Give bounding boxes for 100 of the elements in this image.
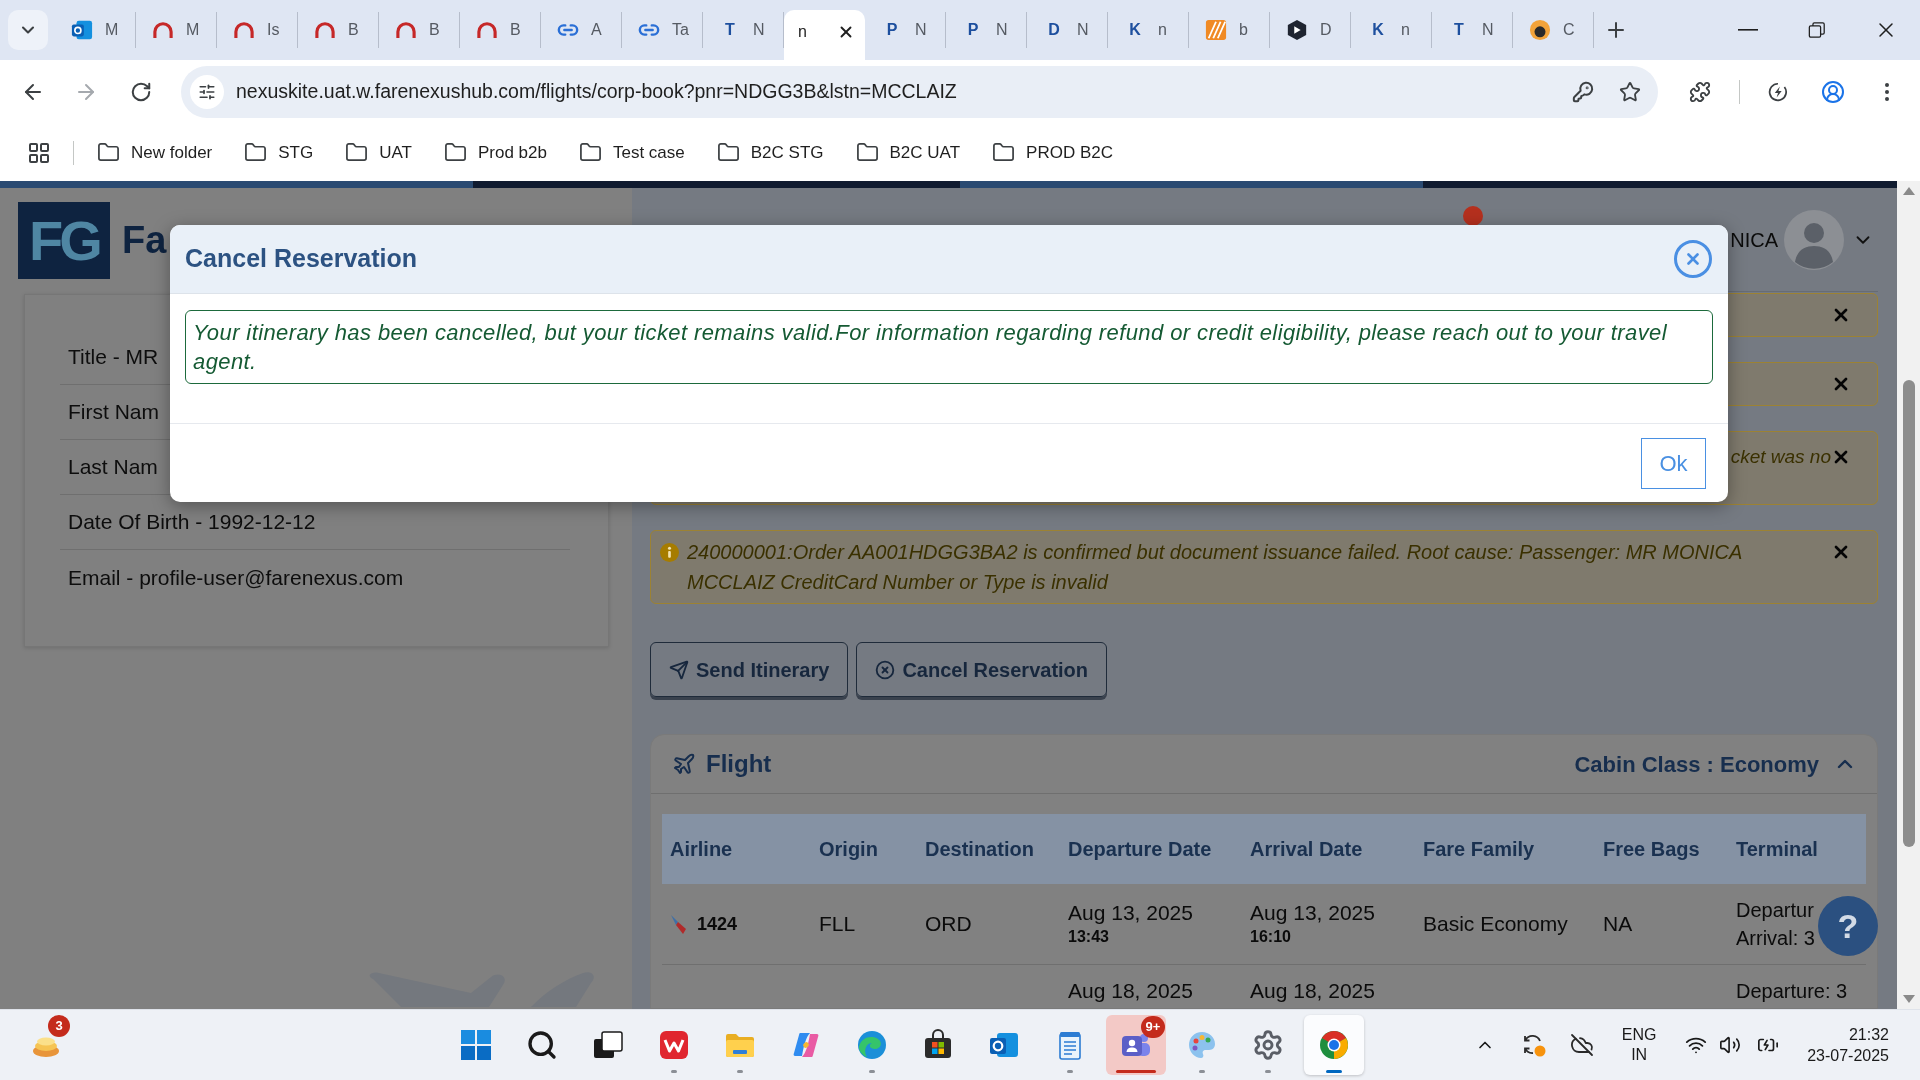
- scroll-up-icon[interactable]: [1902, 187, 1915, 195]
- wave-circle-icon: [856, 1029, 888, 1061]
- airplane-icon: [672, 752, 696, 776]
- menu-icon: [1885, 83, 1889, 101]
- browser-tab[interactable]: B: [460, 12, 541, 48]
- table-cell: Aug 13, 2025: [1068, 900, 1193, 926]
- browser-tab[interactable]: Ta: [622, 12, 703, 48]
- site-info-button[interactable]: [190, 75, 224, 109]
- key-icon: [1572, 81, 1594, 103]
- paper-plane-icon: [669, 659, 689, 680]
- overlapping-squares-icon: [592, 1029, 624, 1061]
- send-itinerary-button[interactable]: Send Itinerary: [650, 642, 849, 697]
- avatar-silhouette: [1784, 209, 1844, 270]
- alert-text: cket was no: [1730, 445, 1831, 469]
- bookmark-folder[interactable]: B2C STG: [707, 134, 833, 171]
- browser-tab[interactable]: M: [136, 12, 217, 48]
- grid-icon: [27, 140, 51, 165]
- bookmark-folder[interactable]: B2C UAT: [846, 134, 970, 171]
- table-cell-text: 1424: [697, 912, 738, 936]
- table-cell-text: Arrival: 3: [1736, 926, 1815, 951]
- folder-icon: [345, 141, 369, 164]
- scroll-down-icon[interactable]: [1902, 995, 1915, 1003]
- browser-tab[interactable]: B: [379, 12, 460, 48]
- minimize-icon: [1737, 29, 1758, 31]
- favicon-logo: D: [1047, 20, 1061, 40]
- bookmark-folder[interactable]: Prod b2b: [434, 134, 556, 171]
- address-bar[interactable]: nexuskite.uat.w.farenexushub.com/flights/corp-book?pnr=NDGG3B&lstn=MCCLAIZ: [181, 66, 1658, 118]
- bookmark-folder[interactable]: Test case: [569, 134, 694, 171]
- palette-icon: [1186, 1029, 1218, 1061]
- arch-icon: [395, 21, 417, 39]
- cancel-reservation-button[interactable]: Cancel Reservation: [856, 642, 1108, 697]
- browser-tab[interactable]: K n: [1351, 12, 1432, 48]
- column-header: Free Bags: [1603, 837, 1701, 862]
- close-button[interactable]: [1674, 240, 1712, 278]
- success-message: Your itinerary has been cancelled, but your ticket remains valid.For information regarding refund or credit eligibility, please reach out to your travel agent.: [185, 310, 1713, 384]
- arch-icon: [476, 21, 498, 39]
- notification-count: 3: [48, 1015, 70, 1037]
- profile-field: Last Nam: [68, 451, 158, 483]
- folder-icon: [855, 141, 879, 164]
- user-name: NICA: [1730, 227, 1778, 253]
- zigzag-tile-icon: [658, 1029, 690, 1061]
- table-cell-text: Departure: 3: [1736, 979, 1848, 1004]
- profile-field: Email - profile-user@farenexus.com: [68, 561, 404, 594]
- time-text: 16:10: [1250, 927, 1291, 947]
- folder-icon: [716, 141, 740, 164]
- browser-tab[interactable]: b: [1189, 12, 1270, 48]
- table-cell-text: Departur: [1736, 898, 1814, 923]
- table-cell-text: Basic Economy: [1423, 911, 1569, 937]
- time-text: 13:43: [1068, 927, 1109, 947]
- scrollbar-thumb[interactable]: [1902, 380, 1915, 847]
- browser-tab[interactable]: B: [298, 12, 379, 48]
- browser-tab[interactable]: C: [1513, 12, 1594, 48]
- profile-field: Date Of Birth - 1992-12-12: [68, 506, 316, 538]
- browser-tab[interactable]: D N: [1027, 12, 1108, 48]
- browser-tab[interactable]: D: [1270, 12, 1351, 48]
- puzzle-icon: [1689, 81, 1711, 103]
- alert-text: 240000001:Order AA001HDGG3BA2 is confirmed but document issuance failed. Root cause: Passenger: MR MONICA MCCLAIZ CreditCard Number or Type is invalid: [687, 540, 1743, 595]
- arch-icon: [152, 21, 174, 39]
- dialog-title: Cancel Reservation: [185, 243, 418, 275]
- language-indicator[interactable]: ENG IN: [1615, 1025, 1664, 1065]
- browser-tab[interactable]: T N: [1432, 12, 1513, 48]
- favicon-logo: T: [1453, 20, 1465, 40]
- favicon-logo: T: [724, 20, 736, 40]
- settings-icon: [1252, 1029, 1284, 1061]
- column-header: Departure Date: [1068, 837, 1213, 862]
- taskbar-button[interactable]: 9+: [1106, 1015, 1166, 1075]
- browser-tab[interactable]: A: [541, 12, 622, 48]
- browser-tab[interactable]: P N: [946, 12, 1027, 48]
- browser-tab[interactable]: K n: [1108, 12, 1189, 48]
- profile-field: First Nam: [68, 396, 159, 428]
- table-cell-text: NA: [1603, 911, 1634, 937]
- bookmark-folder[interactable]: STG: [235, 134, 323, 171]
- close-icon: [1684, 250, 1702, 268]
- bookmark-folder[interactable]: UAT: [336, 134, 421, 171]
- table-cell-text: FLL: [819, 911, 857, 937]
- four-squares-icon: [460, 1029, 492, 1061]
- favicon-logo: P: [966, 20, 980, 40]
- bookmark-folder[interactable]: PROD B2C: [983, 134, 1122, 171]
- mail-app-icon: [71, 19, 93, 41]
- sliders-icon: [198, 83, 216, 101]
- column-header: Origin: [819, 837, 879, 862]
- volume-icon: [1719, 1034, 1742, 1056]
- logo-text: Fa: [122, 218, 167, 263]
- search-icon: [526, 1029, 558, 1061]
- browser-tab[interactable]: Is: [217, 12, 298, 48]
- browser-tab[interactable]: P N: [865, 12, 946, 48]
- shopping-bag-icon: [922, 1029, 954, 1061]
- browser-tab[interactable]: n: [784, 10, 865, 60]
- browser-tab[interactable]: M: [55, 12, 136, 48]
- ok-button[interactable]: Ok: [1641, 437, 1706, 489]
- clock[interactable]: 21:32 23-07-2025: [1801, 1024, 1895, 1066]
- column-header: Terminal: [1736, 837, 1819, 862]
- striped-tile-icon: [1205, 19, 1227, 41]
- column-header: Fare Family: [1423, 837, 1536, 862]
- column-header: Arrival Date: [1250, 837, 1364, 862]
- bookmark-folder[interactable]: New folder: [88, 134, 222, 171]
- restore-icon: [1807, 21, 1826, 39]
- table-cell: Aug 13, 2025: [1250, 900, 1375, 926]
- tail-fin-icon: [670, 913, 688, 935]
- folder-icon: [244, 141, 268, 164]
